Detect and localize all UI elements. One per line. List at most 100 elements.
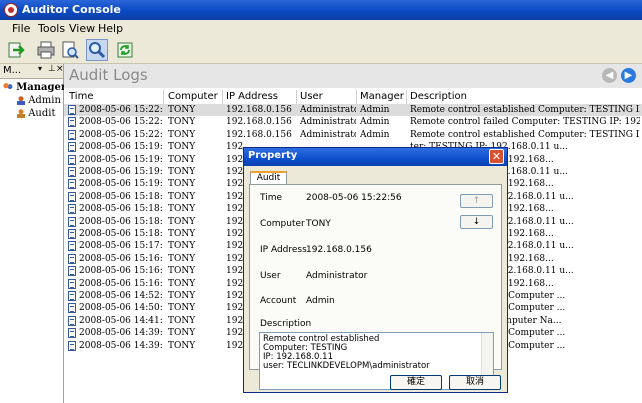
- cell-computer: TONY: [168, 204, 196, 215]
- table-row[interactable]: 2008-05-06 15:22:50 TONY 192.168.0.156 Admi…: [64, 116, 642, 128]
- time-value: 2008-05-06 15:22:56: [306, 193, 402, 203]
- pin-icon[interactable]: ⊥: [48, 64, 56, 74]
- cell-computer: TONY: [168, 154, 196, 165]
- menu-help[interactable]: Help: [98, 22, 123, 35]
- time-label: Time: [260, 193, 283, 203]
- log-entry-icon: [68, 328, 76, 339]
- tree-label-admin: Admin: [28, 95, 61, 106]
- cell-user: Administrator: [300, 129, 356, 140]
- cell-time: 2008-05-06 14:50:19: [79, 303, 163, 314]
- forward-icon[interactable]: ▶: [621, 68, 636, 83]
- cell-computer: TONY: [168, 278, 196, 289]
- refresh-button[interactable]: [114, 39, 136, 61]
- cell-computer: TONY: [168, 229, 196, 239]
- left-pane: M... ▾ ⊥ × Manager Admin Audit: [0, 64, 66, 403]
- exit-button[interactable]: [6, 39, 28, 61]
- cell-time: 2008-05-06 15:22:50: [79, 117, 163, 128]
- cell-ip: 192.168.0.156: [226, 129, 292, 140]
- col-description[interactable]: Description: [410, 91, 467, 102]
- cell-time: 2008-05-06 14:52:29: [79, 291, 163, 301]
- menubar: File Tools View Help: [0, 20, 642, 36]
- exit-icon: [8, 42, 25, 58]
- tree-node-audit[interactable]: Audit: [17, 108, 55, 119]
- cell-time: 2008-05-06 14:39:02: [79, 340, 163, 351]
- previous-record-button[interactable]: ↑: [460, 194, 493, 208]
- account-label: Account: [260, 296, 297, 306]
- refresh-icon: [117, 42, 133, 58]
- cell-ip: 192.168.0.156: [226, 117, 292, 128]
- property-dialog: Property ✕ Audit Time 2008-05-06 15:22:5…: [243, 147, 508, 393]
- col-time[interactable]: Time: [69, 91, 93, 102]
- tab-audit[interactable]: Audit: [250, 171, 287, 185]
- panel-header: Audit Logs ◀ ▶: [64, 64, 642, 88]
- cell-time: 2008-05-06 15:18:51: [79, 204, 163, 215]
- cell-computer: TONY: [168, 129, 196, 140]
- left-pane-header: M... ▾ ⊥ ×: [0, 64, 64, 79]
- log-entry-icon: [68, 142, 76, 153]
- cell-computer: TONY: [168, 328, 196, 339]
- cell-time: 2008-05-06 15:16:57: [79, 253, 163, 264]
- cell-description: Remote control established Computer: TES…: [410, 105, 640, 115]
- log-entry-icon: [68, 216, 76, 227]
- pane-close-icon[interactable]: ×: [56, 64, 64, 74]
- menu-file[interactable]: File: [12, 22, 30, 35]
- cell-time: 2008-05-06 15:19:15: [79, 167, 163, 177]
- ok-button[interactable]: 確定: [390, 375, 442, 390]
- cell-manager: Admin: [360, 129, 390, 140]
- table-row[interactable]: 2008-05-06 15:22:56 TONY 192.168.0.156 Admi…: [64, 104, 642, 116]
- cell-description: Remote control failed Computer: TESTING …: [410, 117, 640, 128]
- cell-computer: TONY: [168, 291, 196, 301]
- cell-computer: TONY: [168, 105, 196, 115]
- description-label: Description: [260, 319, 312, 329]
- cell-time: 2008-05-06 15:22:56: [79, 105, 163, 115]
- users-icon: [3, 83, 13, 92]
- print-button[interactable]: [35, 39, 57, 61]
- print-icon: [37, 41, 55, 59]
- log-entry-icon: [68, 204, 76, 215]
- cell-time: 2008-05-06 15:19:24: [79, 142, 163, 153]
- cell-time: 2008-05-06 15:17:07: [79, 241, 163, 252]
- cell-computer: TONY: [168, 216, 196, 227]
- log-entry-icon: [68, 291, 76, 301]
- table-row[interactable]: 2008-05-06 15:22:44 TONY 192.168.0.156 Admi…: [64, 129, 642, 141]
- audit-tab-panel: Time 2008-05-06 15:22:56 Computer TONY I…: [249, 184, 502, 390]
- menu-view[interactable]: View: [69, 22, 95, 35]
- tree-node-admin[interactable]: Admin: [17, 95, 61, 106]
- cell-manager: Admin: [360, 117, 390, 128]
- close-icon[interactable]: ✕: [489, 149, 504, 164]
- col-user[interactable]: User: [300, 91, 323, 102]
- cell-time: 2008-05-06 15:22:44: [79, 129, 163, 140]
- col-computer[interactable]: Computer: [168, 91, 218, 102]
- log-entry-icon: [68, 253, 76, 264]
- print-preview-icon: [62, 41, 79, 59]
- tree-node-manager[interactable]: Manager: [3, 82, 66, 93]
- window-title: Auditor Console: [22, 3, 121, 16]
- col-ip[interactable]: IP Address: [226, 91, 278, 102]
- next-record-button[interactable]: ↓: [460, 215, 493, 229]
- user-value: Administrator: [306, 271, 368, 281]
- cancel-button[interactable]: 取消: [449, 375, 501, 390]
- log-entry-icon: [68, 241, 76, 252]
- left-pane-title: M...: [3, 65, 22, 76]
- cell-time: 2008-05-06 15:19:04: [79, 179, 163, 190]
- back-icon[interactable]: ◀: [602, 68, 617, 83]
- pane-menu-icon[interactable]: ▾: [38, 64, 42, 73]
- log-entry-icon: [68, 167, 76, 177]
- cell-time: 2008-05-06 15:18:58: [79, 191, 163, 202]
- cell-computer: TONY: [168, 253, 196, 264]
- cell-computer: TONY: [168, 117, 196, 128]
- print-preview-button[interactable]: [59, 39, 81, 61]
- menu-tools[interactable]: Tools: [38, 22, 65, 35]
- cell-computer: TONY: [168, 179, 196, 190]
- find-button[interactable]: [86, 39, 108, 61]
- log-entry-icon: [68, 129, 76, 140]
- user-icon: [17, 109, 25, 118]
- log-entry-icon: [68, 179, 76, 190]
- log-entry-icon: [68, 340, 76, 351]
- log-entry-icon: [68, 303, 76, 314]
- user-icon: [17, 96, 25, 105]
- cell-computer: TONY: [168, 266, 196, 277]
- ip-label: IP Address: [260, 245, 307, 255]
- col-manager[interactable]: Manager: [360, 91, 404, 102]
- cell-ip: 192.168.0.156: [226, 105, 292, 115]
